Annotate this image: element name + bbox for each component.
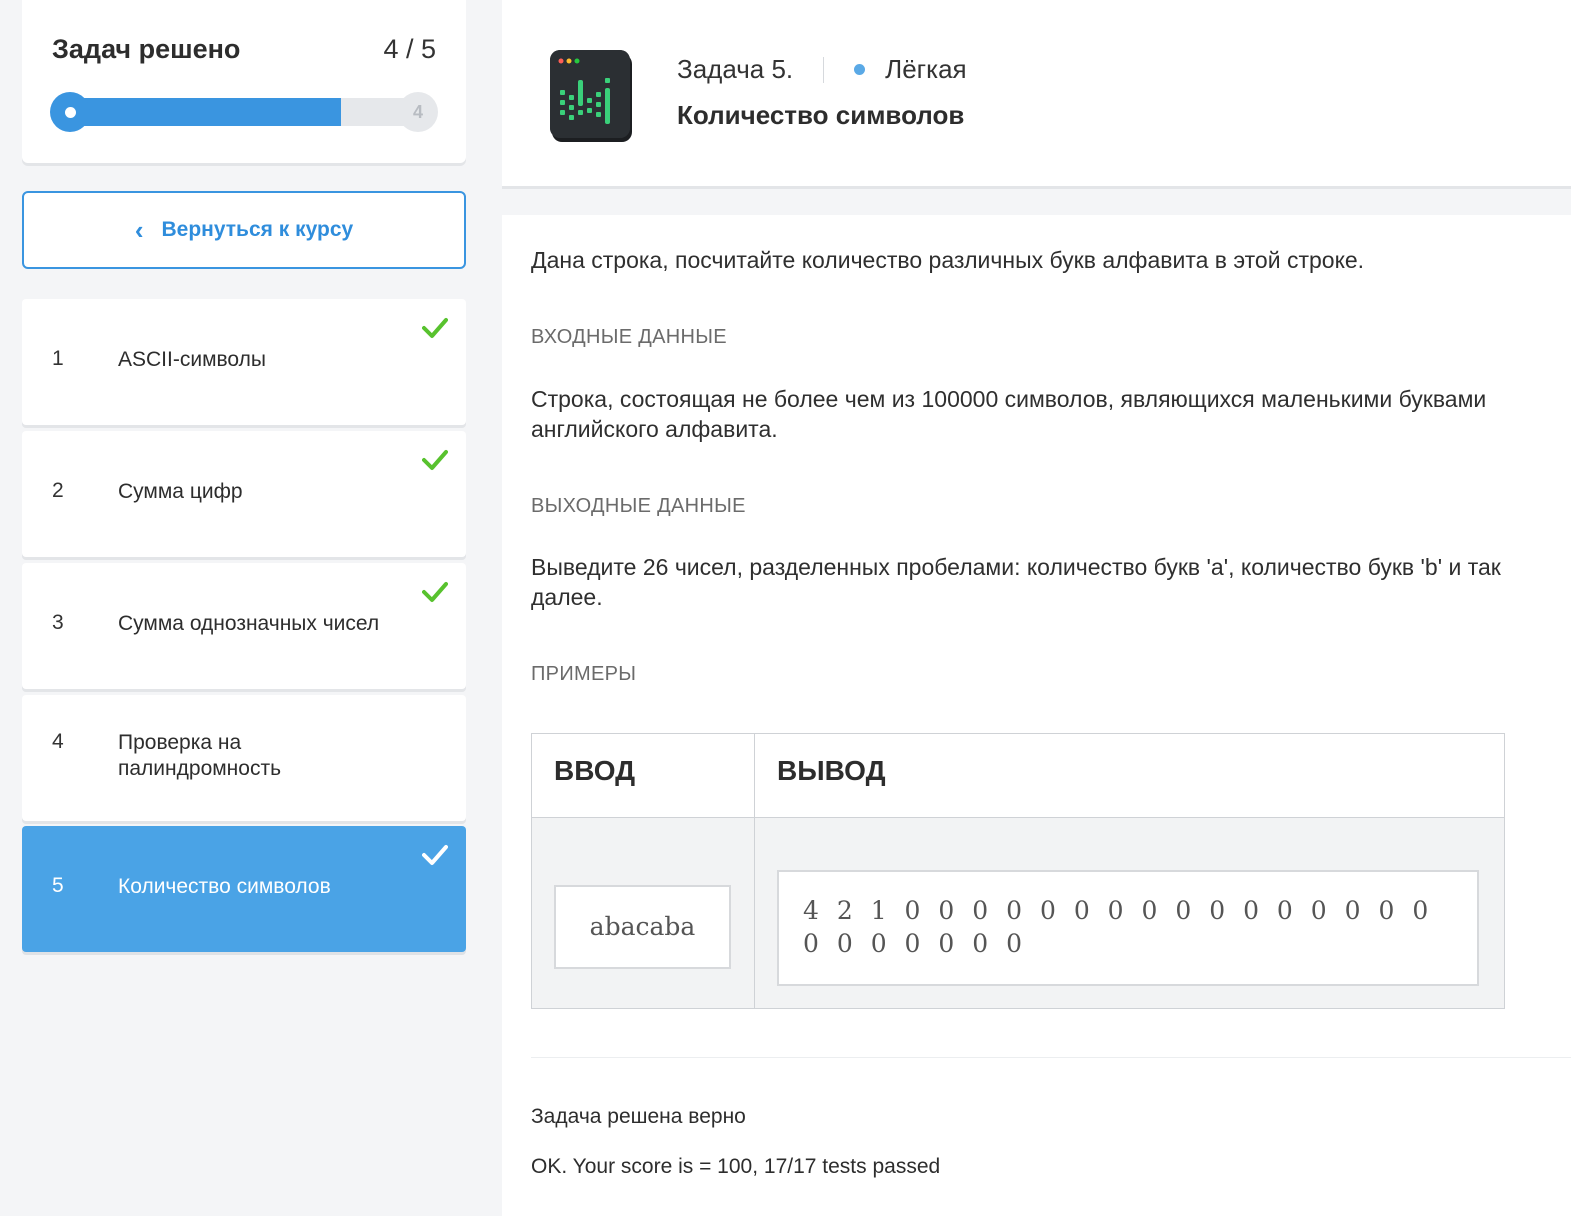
check-icon bbox=[422, 845, 448, 865]
task-item-1[interactable]: 1 ASCII-символы bbox=[22, 299, 466, 425]
examples-output-header: ВЫВОД bbox=[755, 734, 1504, 817]
examples-input-header: ВВОД bbox=[532, 734, 755, 817]
terminal-logo-icon bbox=[550, 50, 630, 138]
progress-bar: 4 bbox=[50, 92, 438, 132]
examples-heading: ПРИМЕРЫ bbox=[531, 663, 637, 685]
check-icon bbox=[422, 582, 448, 602]
chevron-left-icon: ‹ bbox=[134, 215, 144, 245]
task-meta: Задача 5. Лёгкая bbox=[677, 54, 967, 85]
back-to-course-button[interactable]: ‹ Вернуться к курсу bbox=[22, 191, 466, 269]
task-number-label: Задача 5. bbox=[677, 54, 794, 84]
check-icon bbox=[422, 450, 448, 470]
output-heading: ВЫХОДНЫЕ ДАННЫЕ bbox=[531, 495, 746, 517]
example-input-value: abacaba bbox=[554, 885, 731, 969]
progress-card: Задач решено 4 / 5 4 bbox=[22, 0, 466, 163]
task-description: Дана строка, посчитайте количество разли… bbox=[531, 247, 1365, 273]
task-number: 2 bbox=[52, 479, 64, 502]
task-header: Задача 5. Лёгкая Количество символов bbox=[502, 0, 1571, 186]
task-item-5[interactable]: 5 Количество символов bbox=[22, 826, 466, 952]
task-label: ASCII-символы bbox=[118, 348, 266, 371]
task-item-4[interactable]: 4 Проверка на палиндромность bbox=[22, 695, 466, 821]
progress-fill bbox=[52, 98, 341, 126]
example-output-value: 4 2 1 0 0 0 0 0 0 0 0 0 0 0 0 0 0 0 0 0 … bbox=[777, 870, 1479, 986]
task-label: Проверка на палиндромность bbox=[118, 731, 282, 780]
progress-start-marker bbox=[50, 92, 90, 132]
task-label: Количество символов bbox=[118, 875, 331, 898]
examples-output-cell: 4 2 1 0 0 0 0 0 0 0 0 0 0 0 0 0 0 0 0 0 … bbox=[755, 817, 1504, 1008]
task-number: 1 bbox=[52, 347, 64, 370]
task-title: Количество символов bbox=[677, 100, 965, 130]
input-description: Строка, состоящая не более чем из 100000… bbox=[531, 386, 1487, 442]
input-heading: ВХОДНЫЕ ДАННЫЕ bbox=[531, 326, 727, 348]
task-number: 5 bbox=[52, 874, 64, 897]
task-label: Сумма цифр bbox=[118, 480, 243, 503]
task-item-3[interactable]: 3 Сумма однозначных чисел bbox=[22, 563, 466, 689]
task-number: 4 bbox=[52, 730, 64, 753]
result-divider bbox=[531, 1057, 1571, 1058]
check-icon bbox=[422, 318, 448, 338]
difficulty-label: Лёгкая bbox=[885, 54, 967, 84]
progress-count: 4 / 5 bbox=[383, 34, 436, 64]
progress-title: Задач решено bbox=[52, 34, 241, 64]
output-description: Выведите 26 чисел, разделенных пробелами… bbox=[531, 554, 1501, 610]
task-number: 3 bbox=[52, 611, 64, 634]
sidebar: Задач решено 4 / 5 4 ‹ Вернуться к курсу… bbox=[0, 0, 500, 1216]
examples-input-cell: abacaba bbox=[532, 817, 755, 1008]
back-to-course-label: Вернуться к курсу bbox=[161, 218, 354, 241]
result-status: Задача решена верно bbox=[531, 1105, 746, 1128]
task-content: Дана строка, посчитайте количество разли… bbox=[502, 215, 1571, 1216]
examples-table: ВВОД ВЫВОД abacaba 4 2 1 0 0 0 0 0 0 0 0… bbox=[531, 733, 1505, 1009]
task-item-2[interactable]: 2 Сумма цифр bbox=[22, 431, 466, 557]
task-label: Сумма однозначных чисел bbox=[118, 612, 380, 635]
progress-end-marker: 4 bbox=[398, 92, 438, 132]
difficulty-dot-icon bbox=[854, 64, 866, 75]
meta-divider bbox=[823, 56, 825, 83]
result-details: OK. Your score is = 100, 17/17 tests pas… bbox=[531, 1155, 941, 1178]
